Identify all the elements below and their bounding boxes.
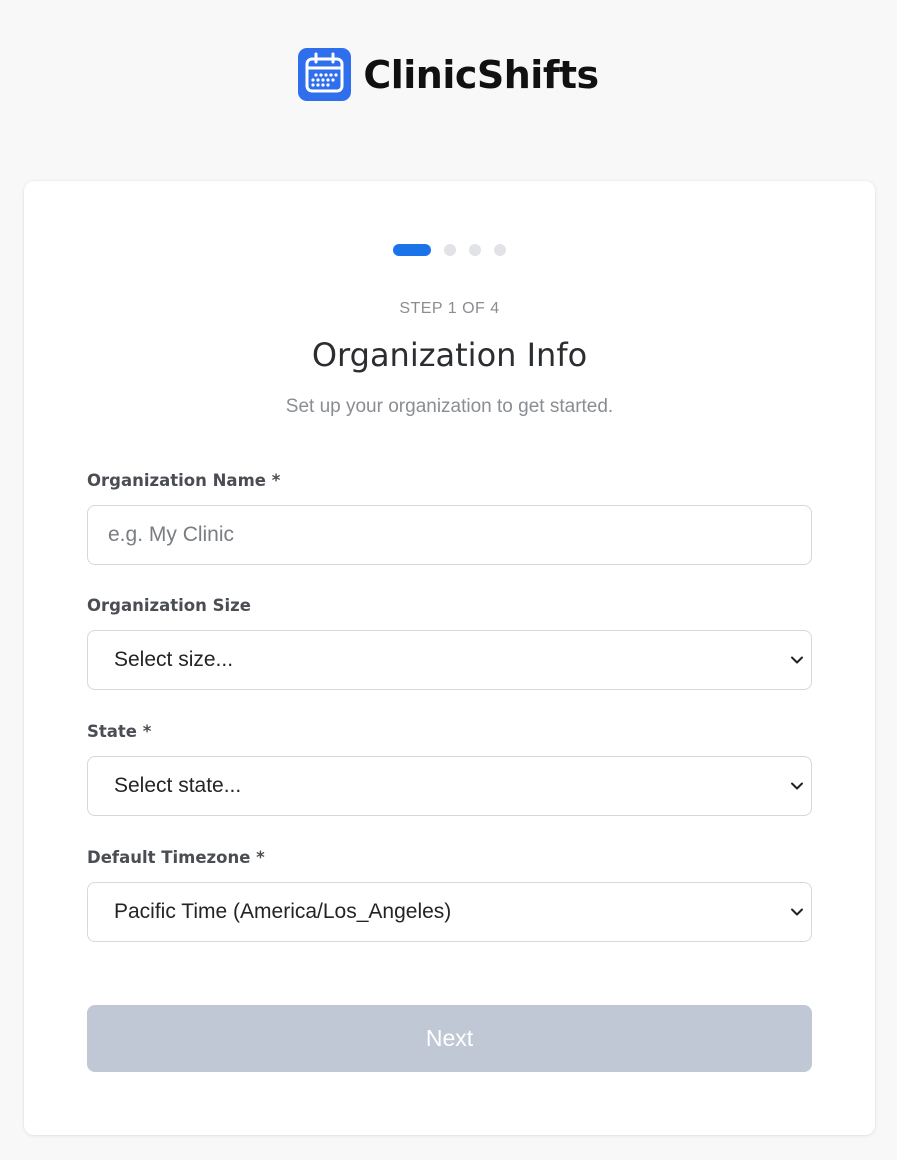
- next-button[interactable]: Next: [87, 1005, 812, 1072]
- org-size-label: Organization Size: [87, 596, 251, 615]
- timezone-select[interactable]: Pacific Time (America/Los_Angeles): [87, 882, 812, 942]
- step-indicator: [24, 244, 875, 256]
- org-name-field[interactable]: [87, 505, 812, 565]
- org-name-input[interactable]: [88, 506, 811, 564]
- org-size-value: Select size...: [114, 648, 234, 671]
- chevron-down-icon: [791, 656, 803, 664]
- step-dot: [494, 244, 506, 256]
- step-label: STEP 1 OF 4: [399, 300, 500, 317]
- state-label: State *: [87, 722, 152, 741]
- page-subtitle: Set up your organization to get started.: [285, 396, 614, 417]
- calendar-icon: [298, 48, 352, 101]
- header: ClinicShifts: [0, 48, 897, 101]
- org-name-label: Organization Name *: [87, 471, 281, 490]
- org-size-select[interactable]: Select size...: [87, 630, 812, 690]
- page-title: Organization Info: [311, 336, 588, 374]
- chevron-down-icon: [791, 782, 803, 790]
- timezone-value: Pacific Time (America/Los_Angeles): [114, 900, 452, 923]
- state-select[interactable]: Select state...: [87, 756, 812, 816]
- chevron-down-icon: [791, 908, 803, 916]
- brand-name: ClinicShifts: [363, 52, 599, 97]
- state-value: Select state...: [114, 774, 242, 797]
- timezone-label: Default Timezone *: [87, 848, 265, 867]
- step-dot: [469, 244, 481, 256]
- step-dot-active: [393, 244, 431, 256]
- onboarding-card: STEP 1 OF 4 Organization Info Set up you…: [24, 181, 875, 1135]
- step-dot: [444, 244, 456, 256]
